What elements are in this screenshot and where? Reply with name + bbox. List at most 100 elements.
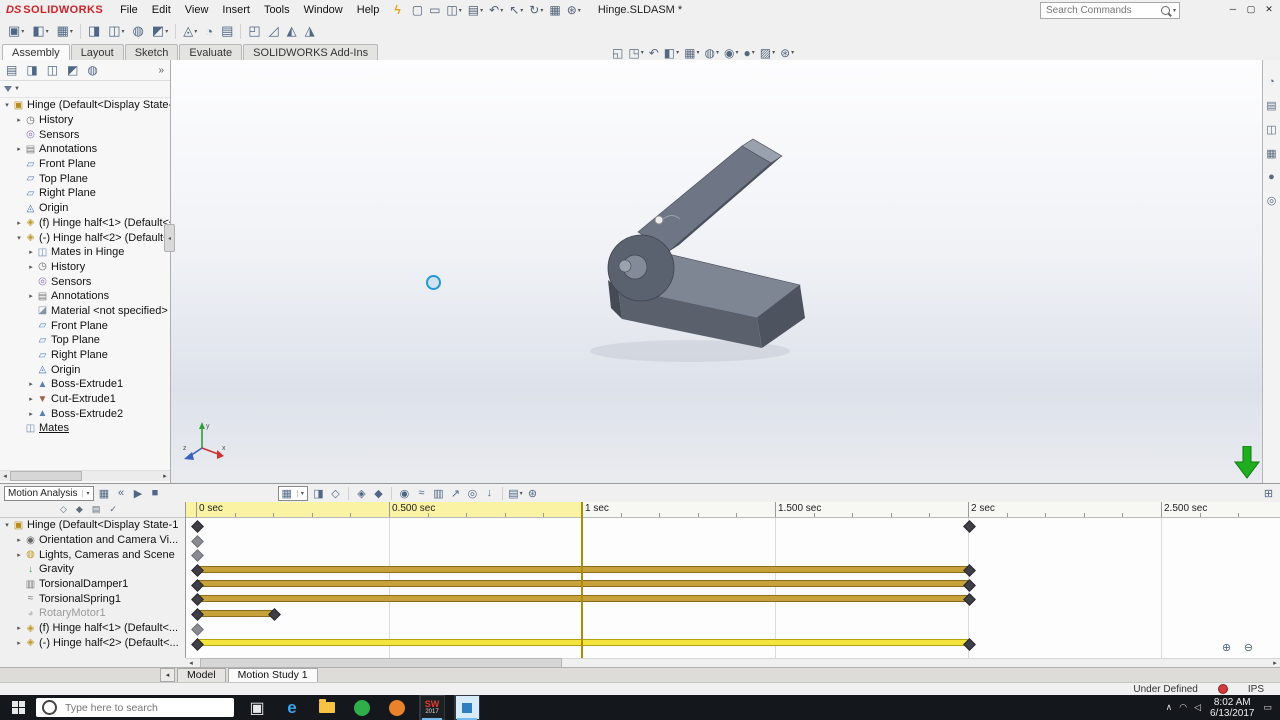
timeline-row-hinge-assembly[interactable] bbox=[186, 518, 1280, 533]
menu-window[interactable]: Window bbox=[297, 2, 350, 18]
bill-of-materials-button[interactable]: ▤ bbox=[217, 22, 237, 40]
tree-item-history[interactable]: ▸ ◷ History bbox=[0, 113, 170, 128]
expand-arrow-icon[interactable]: ▸ bbox=[26, 380, 36, 388]
filter-selected-icon[interactable]: ✓ bbox=[109, 504, 117, 515]
interference-detection-button[interactable]: ◭ bbox=[283, 22, 301, 40]
design-library-button[interactable]: ▤ bbox=[1266, 99, 1276, 112]
scroll-left-icon[interactable]: ◂ bbox=[186, 659, 196, 667]
panel-collapse-handle[interactable]: ◂ bbox=[164, 224, 175, 252]
view-settings-button[interactable]: ⊛ ▾ bbox=[780, 46, 794, 60]
study-type-select[interactable]: Motion Analysis ▾ bbox=[4, 485, 94, 501]
expand-arrow-icon[interactable]: ▸ bbox=[26, 248, 36, 256]
solidworks-button[interactable]: SW 2017 bbox=[419, 695, 445, 720]
tab-layout[interactable]: Layout bbox=[70, 44, 124, 60]
tray-chevron-icon[interactable]: ∧ bbox=[1166, 702, 1173, 713]
force-button[interactable]: ↗ bbox=[448, 486, 463, 501]
insert-components-button[interactable]: ▣ ▾ bbox=[4, 22, 28, 40]
collapse-motionmanager-button[interactable]: ⊞ bbox=[1261, 486, 1276, 501]
tree-item-right-plane[interactable]: ▱ Right Plane bbox=[0, 186, 170, 201]
expand-arrow-icon[interactable]: ▸ bbox=[14, 536, 24, 544]
taskbar-clock[interactable]: 8:02 AM 6/13/2017 bbox=[1210, 697, 1255, 719]
configurationmanager-tab[interactable]: ◫ bbox=[47, 63, 58, 77]
tab-solidworks-add-ins[interactable]: SOLIDWORKS Add-Ins bbox=[243, 44, 379, 60]
timeline-row-hinge-half-2[interactable] bbox=[186, 636, 1280, 651]
tree-item-origin[interactable]: ◬ Origin bbox=[0, 201, 170, 216]
smart-fasteners-button[interactable]: ◨ bbox=[84, 22, 104, 40]
tree-item-torsional-spring1[interactable]: ≈ TorsionalSpring1 bbox=[0, 591, 185, 606]
zoom-fit-button[interactable]: ◱ bbox=[612, 46, 623, 60]
tree-item-boss-extrude2[interactable]: ▸ ▲ Boss-Extrude2 bbox=[0, 406, 170, 421]
dimxpertmanager-tab[interactable]: ◩ bbox=[67, 63, 78, 77]
menu-insert[interactable]: Insert bbox=[215, 2, 257, 18]
new-motion-study-button[interactable]: ◔ bbox=[201, 22, 217, 40]
tab-model[interactable]: Model bbox=[177, 668, 226, 682]
results-and-plots-button[interactable]: ▤ ▾ bbox=[508, 486, 523, 501]
tree-item-front-plane[interactable]: ▱ Front Plane bbox=[0, 157, 170, 172]
tab-scroll-left-icon[interactable]: ◂ bbox=[160, 668, 175, 682]
view-orientation-button[interactable]: ▦ ▾ bbox=[684, 46, 699, 60]
expand-arrow-icon[interactable]: ▸ bbox=[14, 624, 24, 632]
expand-arrow-icon[interactable]: ▸ bbox=[14, 551, 24, 559]
menu-help[interactable]: Help bbox=[350, 2, 387, 18]
scroll-thumb[interactable] bbox=[10, 471, 82, 481]
expand-arrow-icon[interactable]: ▾ bbox=[14, 234, 24, 242]
keypoint[interactable] bbox=[190, 549, 204, 563]
playback-mode-select[interactable]: ▦ ▾ bbox=[277, 485, 308, 501]
spring-button[interactable]: ≈ bbox=[414, 486, 429, 501]
tree-item-hinge-half-2[interactable]: ▾◈ (-) Hinge half<2> (Default<<Default>..… bbox=[0, 230, 170, 245]
network-icon[interactable]: ◠ bbox=[1179, 702, 1187, 713]
apply-scene-button[interactable]: ▨ ▾ bbox=[760, 46, 775, 60]
calculate-button[interactable]: ▦ bbox=[97, 486, 112, 501]
tree-item-top-plane[interactable]: ▱ Top Plane bbox=[0, 171, 170, 186]
command-search[interactable]: ▾ bbox=[1040, 2, 1180, 19]
tree-item-sensors[interactable]: ◎ Sensors bbox=[0, 127, 170, 142]
featuremanager-hscrollbar[interactable]: ◂ ▸ bbox=[0, 470, 170, 481]
tree-item-hinge-assembly[interactable]: ▾▣Hinge (Default<Display State-1>) bbox=[0, 98, 170, 113]
save-animation-button[interactable]: ◨ bbox=[311, 486, 326, 501]
scroll-left-icon[interactable]: ◂ bbox=[0, 472, 10, 480]
file-explorer-button[interactable] bbox=[314, 695, 340, 720]
auto-key-button[interactable]: ◈ bbox=[354, 486, 369, 501]
tree-item-origin-2[interactable]: ◬ Origin bbox=[0, 362, 170, 377]
save-button[interactable]: ◫ ▾ bbox=[443, 2, 464, 18]
tree-item-history-2[interactable]: ▸ ◷ History bbox=[0, 260, 170, 275]
tree-item-torsional-damper1[interactable]: ▥ TorsionalDamper1 bbox=[0, 577, 185, 592]
timeline-row-lights-cameras-scene[interactable] bbox=[186, 547, 1280, 563]
keypoint[interactable] bbox=[962, 520, 976, 533]
exploded-view-button[interactable]: ◰ bbox=[244, 22, 264, 40]
instant3d-button[interactable]: ◮ bbox=[301, 22, 319, 40]
tree-item-boss-extrude1[interactable]: ▸ ▲ Boss-Extrude1 bbox=[0, 377, 170, 392]
maximize-button[interactable]: ▢ bbox=[1242, 2, 1260, 16]
mate-button[interactable]: ◧ ▾ bbox=[28, 22, 52, 40]
tree-item-hinge-half-2[interactable]: ▸ ◈ (-) Hinge half<2> (Default<... bbox=[0, 636, 185, 651]
expand-arrow-icon[interactable]: ▸ bbox=[14, 219, 24, 227]
play-button[interactable]: ▶ bbox=[131, 486, 146, 501]
timeline-row-rotary-motor1[interactable] bbox=[186, 606, 1280, 621]
tree-item-hinge-assembly[interactable]: ▾ ▣ Hinge (Default<Display State-1 bbox=[0, 518, 185, 533]
motion-timeline[interactable]: 0 sec 0.500 sec 1 sec 1.500 sec 2 sec 2.500 s… bbox=[186, 502, 1280, 658]
new-document-button[interactable]: ▢ bbox=[409, 2, 426, 18]
tree-item-sensors-2[interactable]: ◎ Sensors bbox=[0, 274, 170, 289]
tab-motion-study-1[interactable]: Motion Study 1 bbox=[227, 668, 318, 682]
menu-file[interactable]: File bbox=[113, 2, 145, 18]
tree-item-right-plane-2[interactable]: ▱ Right Plane bbox=[0, 348, 170, 363]
previous-view-button[interactable]: ↶ bbox=[649, 46, 659, 60]
keypoint[interactable] bbox=[190, 622, 204, 636]
featuremanager-tree-tab[interactable]: ▤ bbox=[6, 63, 17, 77]
app-orange-button[interactable] bbox=[384, 695, 410, 720]
taskbar-search[interactable] bbox=[36, 698, 234, 717]
solidworks-resources-button[interactable]: ◔ bbox=[1268, 76, 1275, 88]
app-green-button[interactable] bbox=[349, 695, 375, 720]
propertymanager-tab[interactable]: ◨ bbox=[26, 63, 37, 77]
timebar-cursor[interactable] bbox=[581, 502, 583, 658]
select-button[interactable]: ↖ ▾ bbox=[506, 2, 526, 18]
panel-chevron-icon[interactable]: » bbox=[158, 65, 164, 76]
featuremanager-filter[interactable]: ▼ bbox=[0, 81, 170, 98]
display-style-button[interactable]: ◍ ▾ bbox=[704, 46, 719, 60]
filter-driving-icon[interactable]: ◆ bbox=[76, 504, 83, 515]
scroll-right-icon[interactable]: ▸ bbox=[160, 472, 170, 480]
tree-item-front-plane-2[interactable]: ▱ Front Plane bbox=[0, 318, 170, 333]
reference-geometry-button[interactable]: ◬ ▾ bbox=[179, 22, 201, 40]
timeline-hscrollbar[interactable]: ◂ ▸ bbox=[186, 658, 1280, 668]
view-palette-button[interactable]: ▦ bbox=[1266, 147, 1276, 160]
